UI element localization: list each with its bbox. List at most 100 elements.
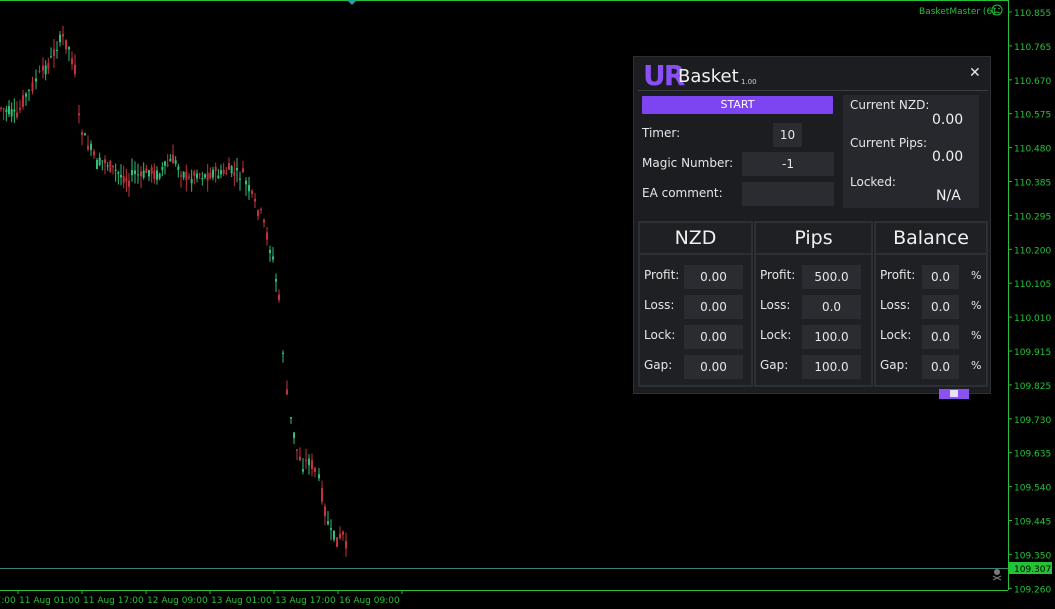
candle-body [212,169,214,178]
candle-body [302,469,304,472]
time-tick-label: 11 Aug 17:00 [83,596,144,606]
save-button[interactable] [939,389,969,399]
magic-number-input[interactable]: -1 [742,152,834,176]
candle-body [290,416,292,419]
price-tick-label: 110.105 [1014,280,1051,290]
candle-body [78,113,80,116]
ea-comment-label: EA comment: [642,186,723,200]
status-box: Current NZD: 0.00 Current Pips: 0.00 Loc… [843,95,979,208]
pips-profit-input[interactable]: 500.0 [802,265,861,289]
candle-body [286,389,288,395]
price-tick-label: 109.730 [1014,416,1051,426]
candle-body [190,179,193,184]
candle-body [333,530,335,540]
save-icon [950,390,958,397]
timer-input[interactable]: 10 [773,123,802,147]
candle-body [314,467,316,472]
pips-loss-input[interactable]: 0.0 [802,295,861,319]
candle-body [225,172,228,174]
price-tick-label: 109.350 [1014,551,1051,561]
candle-body [180,175,182,177]
candle-body [74,64,76,75]
candle-body [172,154,174,164]
locked-label: Locked: [850,175,896,189]
candle-body [220,170,222,175]
balance-gap-input[interactable]: 0.0 [922,355,959,379]
candle-body [31,82,34,92]
candle-body [8,106,10,115]
current-currency-value: 0.00 [932,112,964,128]
candle-body [125,178,128,182]
balance-loss-input[interactable]: 0.0 [922,295,959,319]
candle-body [90,143,92,150]
price-tick-label: 109.635 [1014,450,1051,460]
candle-body [96,159,98,170]
nzd-loss-input[interactable]: 0.00 [684,295,743,319]
candle-body [324,506,326,517]
candle-body [59,34,61,43]
close-icon[interactable]: ✕ [969,65,981,81]
candle-body [109,160,112,173]
candle-body [182,172,185,178]
candle-body [128,180,130,187]
current-price-label: 109.307 [1014,565,1051,575]
candle-body [84,133,86,136]
candle-body [117,172,120,174]
panel-version: 1.00 [741,78,757,86]
nzd-profit-label: Profit: [644,268,680,282]
candle-body [22,95,24,107]
balance-gap-label: Gap: [880,358,909,372]
candle-body [245,180,247,185]
time-tick-label: 16 Aug 09:00 [339,596,400,606]
candle-body [318,474,320,479]
candle-body [101,160,104,162]
basket-panel: UR Basket 1.00 ✕ START Timer: 10 Magic N… [633,56,991,399]
candle-body [87,145,89,150]
pips-lock-input[interactable]: 100.0 [802,325,861,349]
nzd-gap-input[interactable]: 0.00 [684,355,743,379]
candle-body [164,161,166,166]
price-tick-label: 110.010 [1014,314,1051,324]
pips-gap-input[interactable]: 100.0 [802,355,861,379]
candle-body [16,112,18,118]
candle-body [140,171,142,177]
candle-body [38,70,41,73]
nzd-lock-input[interactable]: 0.00 [684,325,743,349]
candle-body [42,65,44,71]
candle-body [28,89,30,91]
nzd-column: NZD Profit: 0.00 Loss: 0.00 Lock: 0.00 G… [638,221,753,387]
ea-comment-input[interactable] [742,182,834,206]
candle-body [93,151,95,156]
candle-body [321,488,323,502]
candle-body [193,171,196,176]
balance-lock-label: Lock: [880,328,912,342]
candle-body [336,537,338,547]
candle-body [204,174,206,178]
candle-body [217,175,220,179]
candle-body [10,109,13,117]
candle-body [53,49,55,57]
pips-gap-label: Gap: [760,358,789,372]
nzd-profit-input[interactable]: 0.00 [684,265,743,289]
candle-body [106,165,109,167]
candle-body [158,173,161,179]
candle-body [339,533,341,539]
balance-profit-label: Profit: [880,268,916,282]
start-button[interactable]: START [642,96,833,114]
candle-body [305,459,307,461]
candle-body [131,170,133,176]
price-tick-label: 110.480 [1014,145,1051,155]
candle-body [161,166,164,171]
candle-body [308,458,310,466]
price-tick-label: 110.200 [1014,246,1051,256]
candle-body [56,50,58,52]
balance-profit-input[interactable]: 0.0 [922,265,959,289]
candle-body [169,158,172,162]
candle-body [174,160,177,164]
candle-body [342,531,344,535]
nzd-loss-label: Loss: [644,298,675,312]
pips-profit-label: Profit: [760,268,796,282]
balance-lock-input[interactable]: 0.0 [922,325,959,349]
candle-body [206,172,209,181]
candle-body [311,460,313,470]
